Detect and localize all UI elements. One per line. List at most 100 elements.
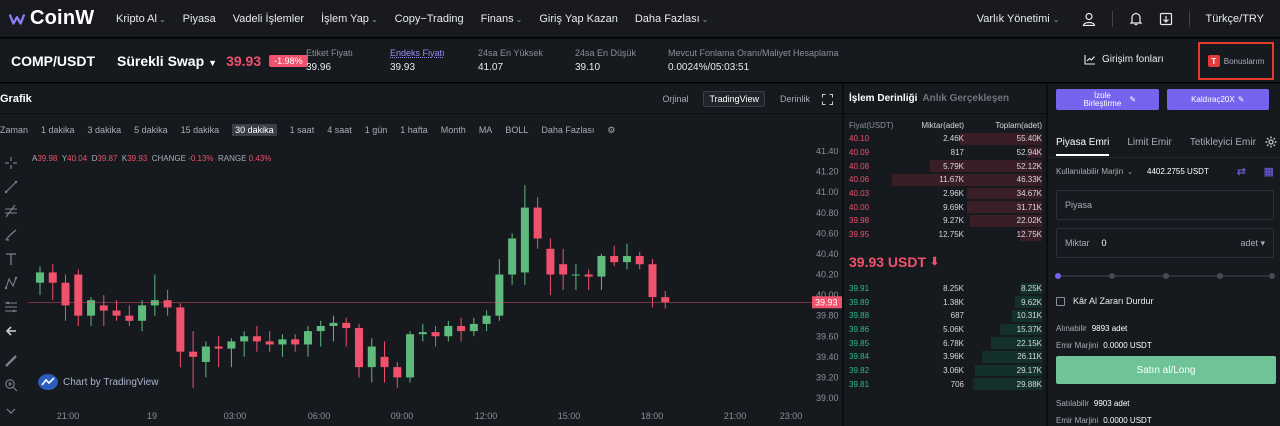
amount-slider[interactable] <box>1055 273 1275 279</box>
price-cell: 39.84 <box>849 352 870 362</box>
ask-row[interactable]: 39.95 12.75K 12.75K <box>844 228 1046 242</box>
ask-row[interactable]: 39.98 9.27K 22.02K <box>844 214 1046 228</box>
candle-body <box>48 272 57 283</box>
bid-row[interactable]: 39.91 8.25K 8.25K <box>844 282 1046 296</box>
bid-row[interactable]: 39.85 6.78K 22.15K <box>844 336 1046 350</box>
buyable-info: Alınabilir 9893 adet <box>1056 324 1128 333</box>
fib-icon[interactable] <box>4 204 18 218</box>
nav-item-3[interactable]: İşlem Yap ⌄ <box>321 13 378 25</box>
interval-option[interactable]: 1 dakika <box>41 125 75 135</box>
asset-management-menu[interactable]: Varlık Yönetimi ⌄ <box>977 13 1060 25</box>
checkbox[interactable] <box>1056 296 1065 306</box>
candle-body <box>329 322 338 326</box>
fullscreen-icon[interactable] <box>822 94 833 105</box>
grid-icon[interactable]: ▦ <box>1264 165 1274 178</box>
interval-option[interactable]: 1 gün <box>365 125 388 135</box>
bid-row[interactable]: 39.88 687 10.31K <box>844 309 1046 323</box>
interval-option[interactable]: 1 saat <box>290 125 315 135</box>
tradingview-watermark[interactable]: Chart by TradingView <box>38 374 158 390</box>
nav-item-4[interactable]: Copy−Trading <box>395 13 464 25</box>
interval-option[interactable]: 30 dakika <box>232 124 277 136</box>
chevron-down-icon: ⌄ <box>701 14 709 24</box>
interval-option[interactable]: 3 dakika <box>88 125 122 135</box>
buy-long-button[interactable]: Satın al/Long <box>1056 356 1276 384</box>
interval-option[interactable]: MA <box>479 125 493 135</box>
ask-row[interactable]: 40.08 5.79K 52.12K <box>844 159 1046 173</box>
amount-cell: 706 <box>950 379 964 389</box>
tab-recent-trades[interactable]: Anlık Gerçekleşen <box>922 93 1009 104</box>
tab-order-depth[interactable]: İşlem Derinliği <box>849 93 917 104</box>
chart-view-tab[interactable]: Derinlik <box>780 94 810 104</box>
brush-icon[interactable] <box>4 228 18 242</box>
nav-item-5[interactable]: Finans ⌄ <box>481 13 523 25</box>
brand-logo[interactable]: CoinW <box>8 7 108 30</box>
text-icon[interactable] <box>4 252 18 266</box>
interval-option[interactable]: Daha Fazlası <box>541 125 594 135</box>
tab-trigger-order[interactable]: Tetikleyici Emir <box>1190 137 1256 148</box>
my-bonuses-button[interactable]: T Bonuslarım <box>1198 42 1274 80</box>
interval-option[interactable]: 4 saat <box>327 125 352 135</box>
swap-icon[interactable]: ⇄ <box>1237 165 1246 178</box>
bell-icon[interactable] <box>1129 12 1143 26</box>
tab-limit-order[interactable]: Limit Emir <box>1127 137 1171 148</box>
tab-market-order[interactable]: Piyasa Emri <box>1056 137 1110 156</box>
venture-funds-link[interactable]: Girişim fonları <box>1084 54 1164 65</box>
chart-view-tab[interactable]: Orjinal <box>662 94 688 104</box>
margin-mode-button[interactable]: İzole Birleştirme ✎ <box>1056 89 1159 110</box>
ask-row[interactable]: 40.09 817 52.94K <box>844 146 1046 160</box>
order-book: İşlem Derinliği Anlık Gerçekleşen Fiyat(… <box>844 84 1046 426</box>
nav-item-6[interactable]: Giriş Yap Kazan <box>539 13 617 25</box>
nav-item-0[interactable]: Kripto Al ⌄ <box>116 13 166 25</box>
ticker-bar: COMP/USDT Sürekli Swap ▼ 39.93 -1.98% Eti… <box>0 39 1280 83</box>
zoom-in-icon[interactable] <box>4 378 18 392</box>
leverage-button[interactable]: Kaldıraç20X ✎ <box>1166 89 1269 110</box>
bid-row[interactable]: 39.86 5.06K 15.37K <box>844 323 1046 337</box>
bid-row[interactable]: 39.81 706 29.88K <box>844 377 1046 391</box>
nav-item-7[interactable]: Daha Fazlası ⌄ <box>635 13 709 25</box>
stat-value: 41.07 <box>478 62 504 73</box>
price-field[interactable]: Piyasa <box>1056 190 1274 220</box>
trendline-icon[interactable] <box>4 180 18 194</box>
pattern-icon[interactable] <box>4 276 18 290</box>
candle-body <box>176 307 185 352</box>
chevron-down-icon[interactable] <box>4 404 18 418</box>
back-arrow-icon[interactable] <box>4 324 18 338</box>
candle-body <box>406 334 415 378</box>
ruler-icon[interactable] <box>4 354 18 368</box>
tp-sl-toggle[interactable]: Kâr Al Zararı Durdur <box>1056 296 1154 306</box>
chevron-down-icon: ⌄ <box>370 14 378 24</box>
candle-body <box>214 346 223 349</box>
nav-item-1[interactable]: Piyasa <box>183 13 216 25</box>
language-selector[interactable]: Türkçe/TRY <box>1206 13 1264 25</box>
interval-option[interactable]: Zaman <box>0 125 28 135</box>
interval-option[interactable]: 5 dakika <box>134 125 168 135</box>
ticker-stat[interactable]: Endeks Fiyatı 39.93 <box>390 48 445 73</box>
chevron-down-icon: ⌄ <box>515 14 523 24</box>
candle-body <box>189 351 198 357</box>
unit-selector[interactable]: adet ▾ <box>1240 238 1265 249</box>
chart-view-tab[interactable]: TradingView <box>703 91 765 107</box>
interval-option[interactable]: BOLL <box>505 125 528 135</box>
candle-body <box>227 341 236 349</box>
ask-row[interactable]: 40.06 11.67K 46.33K <box>844 173 1046 187</box>
pair-name[interactable]: COMP/USDT <box>11 53 95 69</box>
crosshair-icon[interactable] <box>4 156 18 170</box>
chart-settings-icon[interactable]: ⚙ <box>607 125 615 136</box>
contract-selector[interactable]: Sürekli Swap ▼ <box>117 53 217 69</box>
ask-row[interactable]: 40.10 2.46K 55.40K <box>844 132 1046 146</box>
ask-row[interactable]: 40.03 2.96K 34.67K <box>844 187 1046 201</box>
bid-row[interactable]: 39.82 3.06K 29.17K <box>844 364 1046 378</box>
download-icon[interactable] <box>1159 12 1173 26</box>
nav-item-2[interactable]: Vadeli İşlemler <box>233 13 304 25</box>
bid-row[interactable]: 39.89 1.38K 9.62K <box>844 295 1046 309</box>
amount-field[interactable]: Miktar 0 adet ▾ <box>1056 228 1274 258</box>
prediction-icon[interactable] <box>4 300 18 314</box>
interval-option[interactable]: Month <box>441 125 466 135</box>
gear-icon[interactable] <box>1265 136 1277 148</box>
bid-row[interactable]: 39.84 3.96K 26.11K <box>844 350 1046 364</box>
interval-option[interactable]: 1 hafta <box>400 125 428 135</box>
ask-row[interactable]: 40.00 9.69K 31.71K <box>844 200 1046 214</box>
user-icon[interactable] <box>1082 12 1096 26</box>
price-cell: 40.09 <box>849 148 870 158</box>
interval-option[interactable]: 15 dakika <box>181 125 220 135</box>
